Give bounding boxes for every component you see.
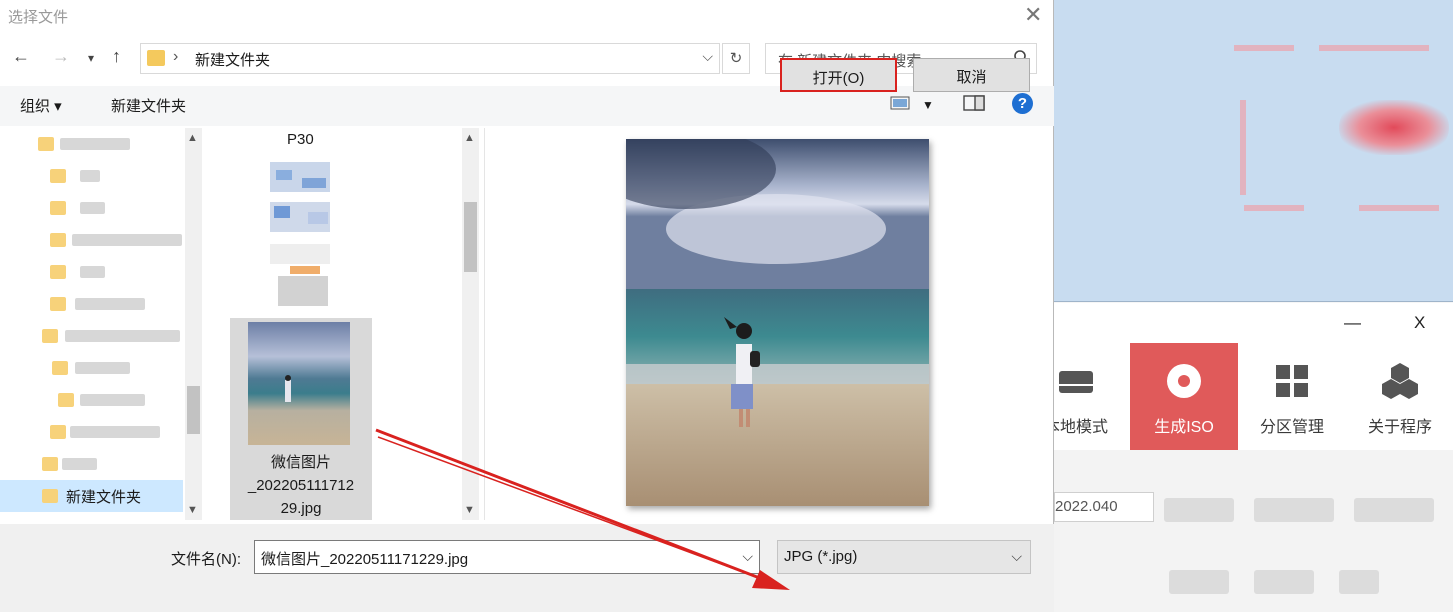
annotation-arrow [375, 428, 790, 590]
